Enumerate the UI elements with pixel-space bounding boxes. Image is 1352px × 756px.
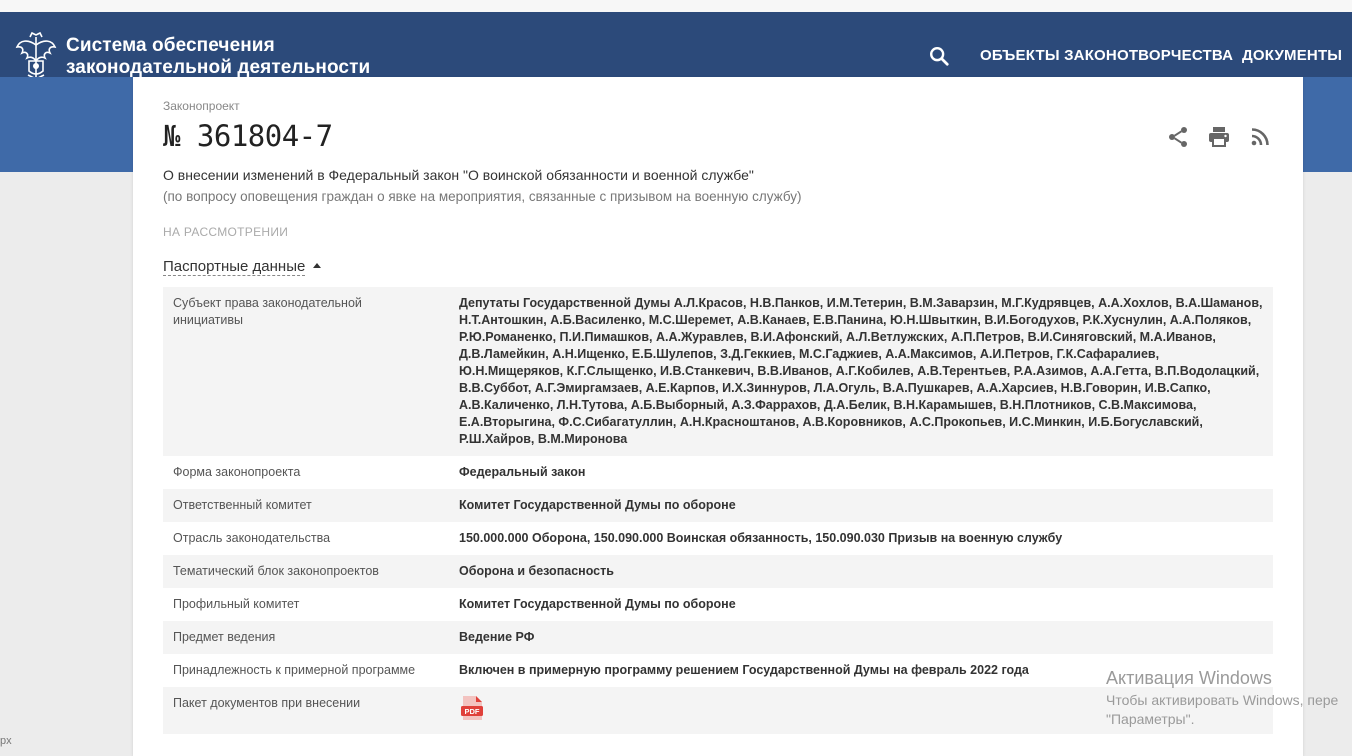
row-key: Субъект права законодательной инициативы: [163, 287, 439, 456]
passport-toggle[interactable]: Паспортные данные: [163, 258, 322, 276]
passport-toggle-label: Паспортные данные: [163, 258, 306, 276]
site-title[interactable]: Система обеспечения законодательной деят…: [66, 35, 370, 79]
table-row: Принадлежность к примерной программе Вкл…: [163, 654, 1273, 687]
nav-link-objects[interactable]: ОБЪЕКТЫ ЗАКОНОТВОРЧЕСТВА: [980, 47, 1233, 64]
bill-title: О внесении изменений в Федеральный закон…: [163, 167, 754, 183]
table-row: Форма законопроекта Федеральный закон: [163, 456, 1273, 489]
search-icon[interactable]: [928, 45, 950, 67]
print-icon[interactable]: [1207, 125, 1231, 149]
row-key: Ответственный комитет: [163, 489, 439, 522]
row-key: Форма законопроекта: [173, 465, 301, 479]
coat-of-arms-icon: [15, 31, 57, 80]
site-header: Система обеспечения законодательной деят…: [0, 12, 1352, 80]
bill-subtitle: (по вопросу оповещения граждан о явке на…: [163, 189, 802, 204]
table-row: Пакет документов при внесении PDF: [163, 687, 1273, 734]
row-key: Тематический блок законопроектов: [163, 555, 439, 588]
table-row: Субъект права законодательной инициативы…: [163, 287, 1273, 456]
share-icon[interactable]: [1166, 125, 1190, 149]
nav-link-documents[interactable]: ДОКУМЕНТЫ: [1242, 47, 1342, 64]
row-value: Комитет Государственной Думы по обороне: [459, 597, 736, 611]
edge-text: px: [0, 735, 12, 747]
row-key: Принадлежность к примерной программе: [173, 663, 416, 677]
status-badge: НА РАССМОТРЕНИИ: [163, 225, 289, 239]
row-value: 150.000.000 Оборона, 150.090.000 Воинска…: [459, 531, 1063, 545]
rss-icon[interactable]: [1248, 125, 1272, 149]
bill-label: Законопроект: [163, 99, 240, 113]
row-key: Профильный комитет: [173, 597, 300, 611]
row-key: Предмет ведения: [163, 621, 439, 654]
row-value: Оборона и безопасность: [439, 555, 1273, 588]
row-value: Ведение РФ: [439, 621, 1273, 654]
table-row: Отрасль законодательства 150.000.000 Обо…: [163, 522, 1273, 555]
site-title-line1: Система обеспечения: [66, 35, 275, 56]
bill-card: Законопроект № 361804-7 О внесении измен…: [133, 77, 1303, 756]
site-title-line2: законодательной деятельности: [66, 57, 371, 78]
passport-table: Субъект права законодательной инициативы…: [163, 287, 1273, 734]
table-row: Предмет ведения Ведение РФ: [163, 621, 1273, 654]
caret-up-icon: [313, 263, 322, 268]
table-row: Тематический блок законопроектов Оборона…: [163, 555, 1273, 588]
row-value: Комитет Государственной Думы по обороне: [439, 489, 1273, 522]
row-value: PDF: [439, 687, 1273, 734]
table-row: Ответственный комитет Комитет Государств…: [163, 489, 1273, 522]
table-row: Профильный комитет Комитет Государственн…: [163, 588, 1273, 621]
pdf-file-icon[interactable]: PDF: [459, 695, 485, 721]
row-value: Федеральный закон: [459, 465, 586, 479]
row-key: Отрасль законодательства: [173, 531, 331, 545]
row-key: Пакет документов при внесении: [163, 687, 439, 734]
row-value: Депутаты Государственной Думы А.Л.Красов…: [439, 287, 1273, 456]
pdf-label: PDF: [465, 707, 480, 716]
row-value: Включен в примерную программу решением Г…: [459, 663, 1029, 677]
bill-number: № 361804-7: [163, 119, 333, 153]
